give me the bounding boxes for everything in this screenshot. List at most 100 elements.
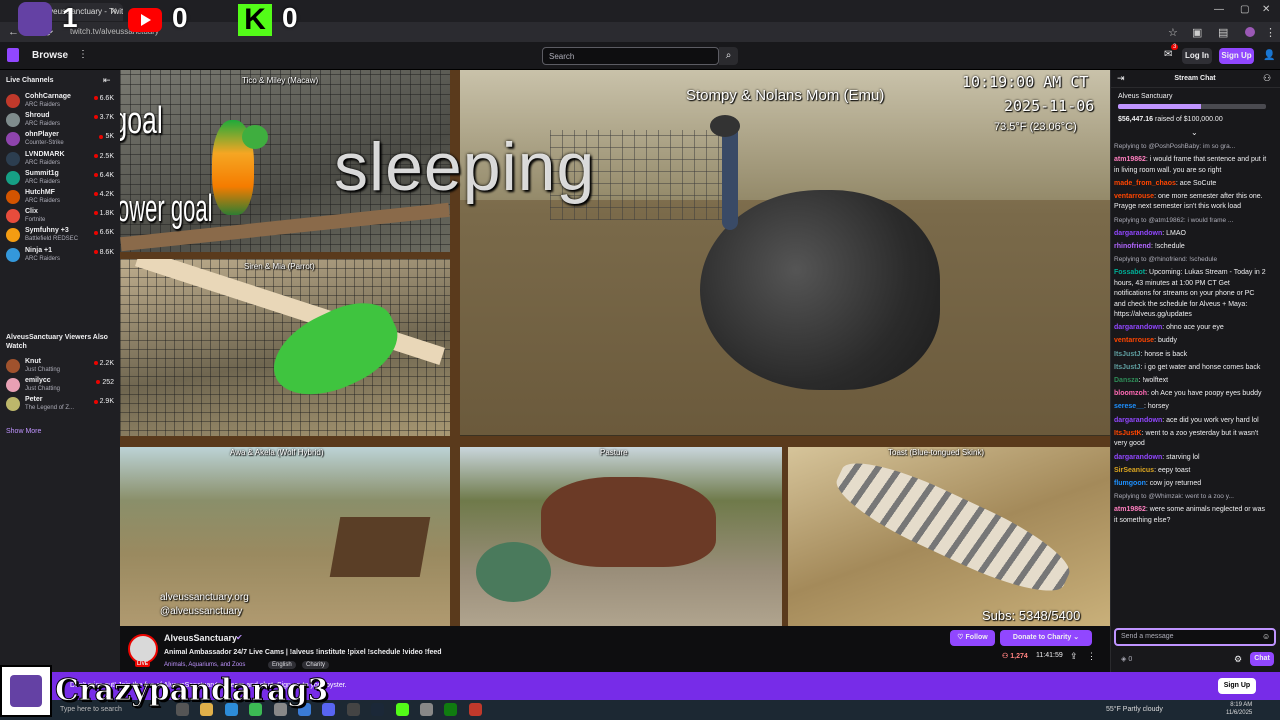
notification-icon[interactable]: ✉ xyxy=(1164,49,1172,60)
emote-icon[interactable]: ☺ xyxy=(1262,632,1270,641)
chat-username[interactable]: flumgoon xyxy=(1114,480,1146,487)
close-tab-icon[interactable]: ✕ xyxy=(110,6,118,17)
share-icon[interactable]: ⇪ xyxy=(1070,651,1078,662)
chat-username[interactable]: atm19862 xyxy=(1114,506,1146,513)
chat-message: dargarandown: LMAO xyxy=(1114,229,1268,239)
chat-text: : eepy toast xyxy=(1154,466,1191,474)
chat-username[interactable]: serese__ xyxy=(1114,403,1144,410)
channel-game: ARC Raiders xyxy=(25,255,61,262)
taskbar-weather[interactable]: 55°F Partly cloudy xyxy=(1106,706,1163,713)
chat-username[interactable]: made_from_chaos xyxy=(1114,180,1176,187)
browse-link[interactable]: Browse xyxy=(32,50,68,61)
kick-icon[interactable] xyxy=(395,703,409,716)
search-input[interactable]: Search xyxy=(542,47,719,65)
chat-username[interactable]: bloomzoh xyxy=(1114,390,1147,397)
follow-label: Follow xyxy=(965,634,988,641)
chat-username[interactable]: SirSeanicus xyxy=(1114,467,1154,474)
kick-platform-icon: K xyxy=(238,4,272,36)
collapse-chat-icon[interactable]: ⇥ xyxy=(1117,73,1125,84)
misc-app-icon[interactable] xyxy=(468,703,482,716)
tag-english[interactable]: English xyxy=(268,661,296,669)
chat-username[interactable]: dargarandown xyxy=(1114,230,1162,237)
sidebar-icon[interactable]: ▤ xyxy=(1218,26,1228,39)
chat-username[interactable]: ItsJustJ xyxy=(1114,351,1140,358)
chat-username[interactable]: dargarandown xyxy=(1114,324,1162,331)
video-player[interactable]: Tico & Miley (Macaw) Stompy & Nolans Mom… xyxy=(120,70,1110,626)
chat-username[interactable]: rhinofriend xyxy=(1114,243,1151,250)
chat-input[interactable]: Send a message xyxy=(1114,628,1276,646)
stream-category[interactable]: Animals, Aquariums, and Zoos xyxy=(164,662,245,668)
channel-avatar-icon xyxy=(6,94,20,108)
twitch-logo-icon[interactable] xyxy=(7,48,19,62)
twitch-score: 1 xyxy=(62,2,78,33)
chat-message: dargarandown: ohno ace your eye xyxy=(1114,323,1268,333)
streamer-logo xyxy=(0,665,52,717)
chat-username[interactable]: ItsJustJ xyxy=(1114,364,1140,371)
chat-username[interactable]: ItsJustK xyxy=(1114,430,1142,437)
search-icon[interactable]: ⌕ xyxy=(719,47,738,65)
chat-username[interactable]: ventarrouse xyxy=(1114,337,1154,344)
follow-button[interactable]: ♡ Follow xyxy=(950,630,995,646)
more-options-icon[interactable]: ⋮ xyxy=(1087,651,1096,662)
channel-name: emilycc xyxy=(25,377,51,385)
chat-text: : ohno ace your eye xyxy=(1162,324,1224,332)
login-button[interactable]: Log In xyxy=(1182,48,1212,64)
taskbar-clock[interactable]: 8:19 AM 11/6/2025 xyxy=(1226,701,1252,717)
banner-signup-button[interactable]: Sign Up xyxy=(1218,678,1256,694)
bookmark-star-icon[interactable]: ☆ xyxy=(1168,26,1178,39)
youtube-platform-icon xyxy=(128,8,162,32)
chat-settings-icon[interactable]: ⚙ xyxy=(1234,654,1242,665)
charity-target: raised of $100,000.00 xyxy=(1153,116,1223,123)
xbox-icon[interactable] xyxy=(444,703,458,716)
chat-username[interactable]: Dansza xyxy=(1114,377,1139,384)
also-watch-channel-item[interactable]: Peter The Legend of Z... 2.9K xyxy=(0,394,120,416)
channel-name: CohhCarnage xyxy=(25,93,71,100)
app-icon[interactable] xyxy=(420,703,433,716)
more-menu-icon[interactable]: ⋮ xyxy=(78,49,88,60)
chat-username[interactable]: dargarandown xyxy=(1114,417,1162,424)
profile-avatar[interactable] xyxy=(1245,27,1255,37)
chat-username[interactable]: atm19862 xyxy=(1114,156,1146,163)
points-value: 0 xyxy=(1128,656,1133,663)
channel-name[interactable]: AlveusSanctuary xyxy=(164,633,237,643)
chat-users-icon[interactable]: ⚇ xyxy=(1263,73,1271,84)
chat-username[interactable]: dargarandown xyxy=(1114,454,1162,461)
signup-button[interactable]: Sign Up xyxy=(1219,48,1254,64)
chat-username[interactable]: ventarrouse xyxy=(1114,193,1154,200)
chat-username[interactable]: Fossabot xyxy=(1114,269,1145,276)
channel-avatar-icon xyxy=(6,190,20,204)
viewer-value: 2.2K xyxy=(99,360,114,367)
taskbar-date: 11/6/2025 xyxy=(1226,710,1253,716)
steam-icon[interactable] xyxy=(371,703,385,716)
collapse-sidebar-icon[interactable]: ⇤ xyxy=(103,75,111,86)
chat-message: atm19862: were some animals neglected or… xyxy=(1114,505,1268,526)
cow-animal xyxy=(541,477,716,567)
channel-name: Ninja +1 xyxy=(25,246,53,254)
browser-menu-icon[interactable]: ⋮ xyxy=(1265,26,1276,39)
obs-icon[interactable] xyxy=(346,703,360,716)
pasture-cam xyxy=(456,447,782,626)
frame-divider xyxy=(120,252,450,259)
maximize-icon[interactable]: ▢ xyxy=(1240,4,1249,15)
minimize-icon[interactable]: — xyxy=(1214,4,1224,15)
stream-title: Animal Ambassador 24/7 Live Cams | !alve… xyxy=(164,649,442,656)
chat-header: Stream Chat xyxy=(1110,70,1280,88)
charity-raised: $56,447.16 xyxy=(1118,116,1154,123)
live-channels-heading: Live Channels xyxy=(6,77,54,84)
chat-text: : cow joy returned xyxy=(1145,479,1202,487)
skink-cam xyxy=(788,447,1110,626)
live-channel-item[interactable]: Ninja +1 ARC Raiders 8.6K xyxy=(0,245,120,267)
viewer-count: ⚇ 1,274 xyxy=(1002,652,1028,660)
tag-charity[interactable]: Charity xyxy=(302,661,330,669)
channel-avatar[interactable] xyxy=(128,634,158,664)
close-window-icon[interactable]: ✕ xyxy=(1262,4,1270,15)
expand-chevron-icon[interactable]: ⌄ xyxy=(1191,128,1198,137)
chat-send-button[interactable]: Chat xyxy=(1250,652,1274,666)
user-icon[interactable]: 👤 xyxy=(1263,50,1275,61)
viewer-value: 1.8K xyxy=(99,210,114,218)
person-icon: ⚇ xyxy=(1002,653,1011,660)
donate-button[interactable]: Donate to Charity ⌄ xyxy=(1000,630,1092,646)
channel-viewers: 6.6K xyxy=(93,95,114,102)
show-more-link[interactable]: Show More xyxy=(6,428,41,435)
extensions-icon[interactable]: ▣ xyxy=(1192,26,1202,39)
